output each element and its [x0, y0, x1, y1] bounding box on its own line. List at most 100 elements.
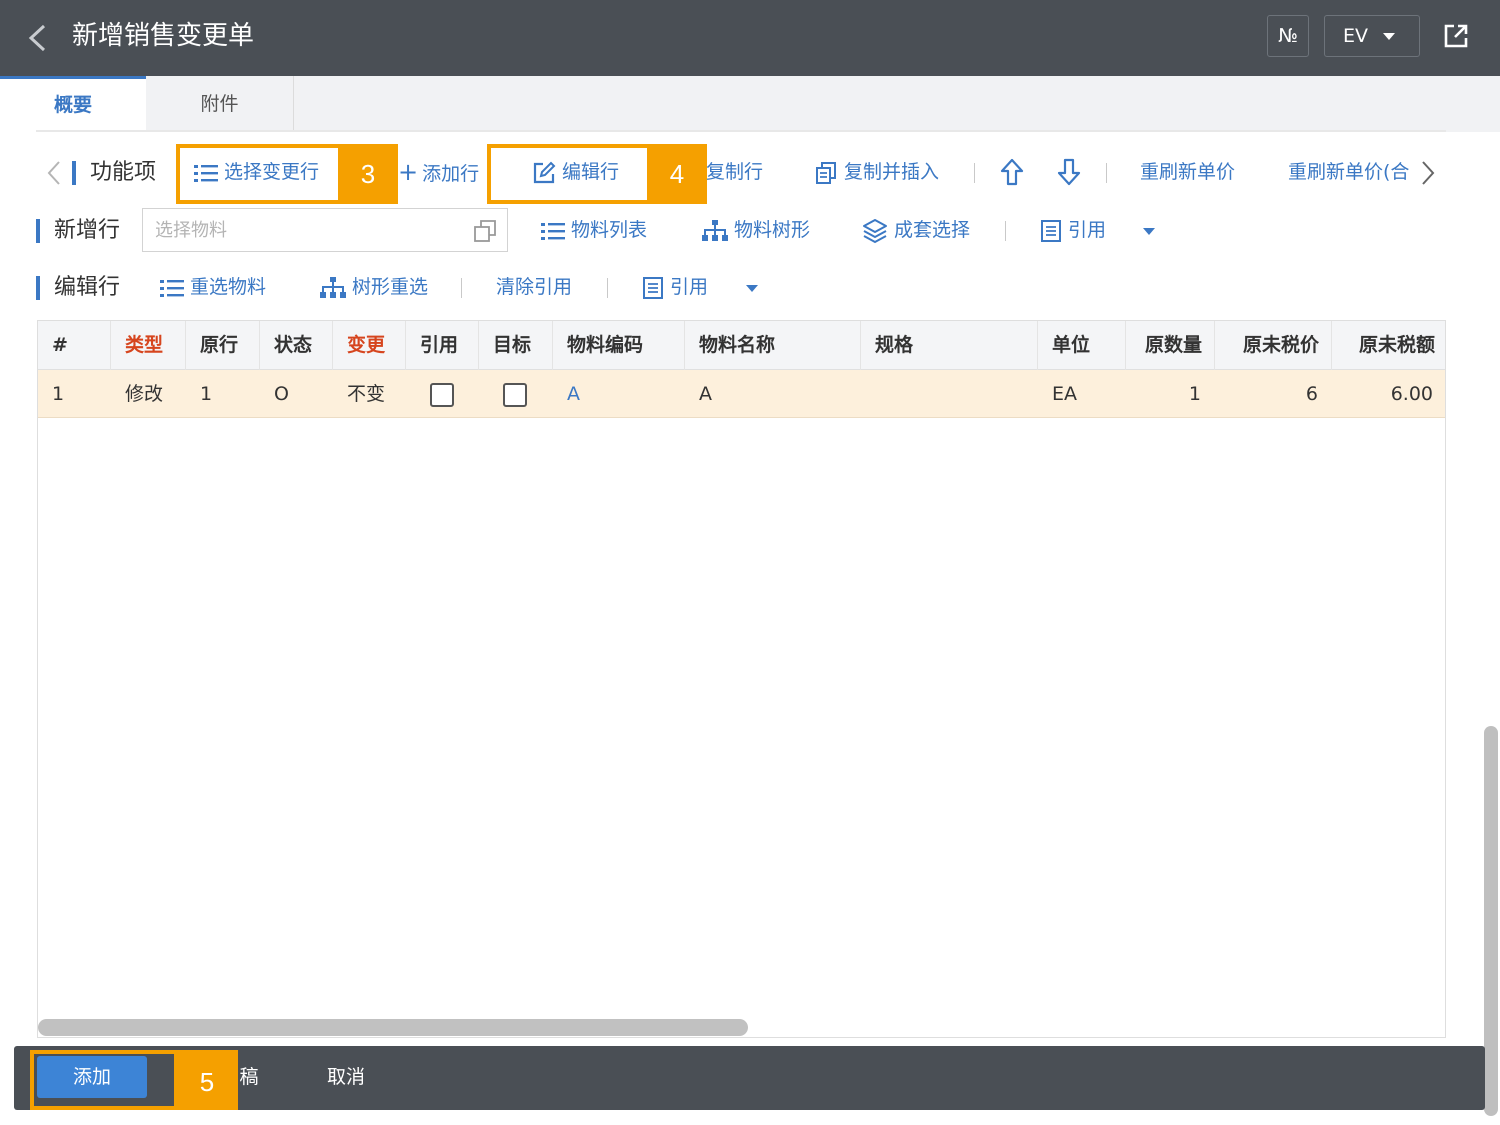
move-down-icon[interactable] — [1057, 158, 1081, 186]
scroll-left-icon[interactable] — [46, 160, 62, 186]
cell-code[interactable]: A — [553, 370, 685, 418]
kit-select-label: 成套选择 — [894, 219, 971, 241]
cell-unit: EA — [1052, 383, 1078, 405]
vertical-scrollbar[interactable] — [1484, 726, 1498, 1116]
table-header: # 类型 原行 状态 变更 引用 目标 物料编码 物料名称 规格 单位 原数量 … — [38, 321, 1445, 370]
tab-bar: 概要 附件 — [0, 76, 1500, 132]
horizontal-scrollbar[interactable] — [38, 1019, 748, 1036]
add-row-button[interactable]: + 添加行 — [398, 154, 479, 190]
material-tree-label: 物料树形 — [734, 219, 811, 241]
cancel-button[interactable]: 取消 — [318, 1056, 374, 1098]
cell-price: 6 — [1305, 383, 1318, 405]
document-icon — [1041, 219, 1061, 242]
column-header-qty[interactable]: 原数量 — [1126, 321, 1215, 370]
material-list-label: 物料列表 — [571, 219, 648, 241]
section-marker — [72, 161, 76, 185]
table-row[interactable]: 1 修改 1 O 不变 A A EA 1 6 6.00 — [38, 370, 1445, 418]
reselect-material-button[interactable]: 重选物料 — [160, 269, 266, 305]
cell-spec — [861, 370, 1038, 418]
app-header: 新增销售变更单 № EV — [0, 0, 1500, 76]
target-checkbox[interactable] — [503, 382, 527, 407]
back-arrow-icon[interactable] — [24, 22, 50, 54]
column-header-index[interactable]: # — [38, 321, 111, 370]
number-button[interactable]: № — [1267, 15, 1309, 57]
ref-checkbox[interactable] — [430, 382, 454, 407]
ev-dropdown[interactable]: EV — [1324, 15, 1420, 57]
material-list-button[interactable]: 物料列表 — [541, 212, 647, 248]
column-header-orig-row[interactable]: 原行 — [186, 321, 260, 370]
caret-down-icon[interactable] — [746, 285, 758, 292]
column-header-code[interactable]: 物料编码 — [553, 321, 685, 370]
edit-row-section-label: 编辑行 — [54, 275, 121, 300]
divider — [1106, 163, 1107, 183]
edit-row-label: 编辑行 — [562, 161, 620, 183]
copy-insert-button[interactable]: 复制并插入 — [814, 154, 939, 190]
share-icon[interactable] — [1442, 22, 1470, 50]
edit-reference-button[interactable]: 引用 — [642, 269, 708, 305]
add-row-label: 添加行 — [422, 163, 480, 185]
section-marker — [36, 219, 40, 243]
column-header-ref[interactable]: 引用 — [406, 321, 479, 370]
edit-row-button[interactable]: 编辑行 — [532, 154, 619, 190]
column-header-spec[interactable]: 规格 — [861, 321, 1038, 370]
copy-insert-label: 复制并插入 — [844, 161, 940, 183]
kit-select-button[interactable]: 成套选择 — [862, 212, 970, 248]
caret-down-icon[interactable] — [1143, 228, 1155, 235]
copy-row-label: 复制行 — [706, 161, 764, 183]
column-header-name[interactable]: 物料名称 — [685, 321, 861, 370]
tab-summary[interactable]: 概要 — [0, 76, 146, 132]
page-title: 新增销售变更单 — [72, 21, 255, 51]
cell-amount: 6.00 — [1390, 383, 1433, 405]
line-items-grid: # 类型 原行 状态 变更 引用 目标 物料编码 物料名称 规格 单位 原数量 … — [37, 320, 1446, 1038]
divider — [36, 130, 1446, 132]
step-badge: 5 — [176, 1050, 238, 1110]
clear-reference-button[interactable]: 清除引用 — [496, 269, 572, 305]
step-badge: 3 — [338, 144, 398, 204]
column-header-price[interactable]: 原未税价 — [1215, 321, 1332, 370]
cell-index: 1 — [52, 383, 65, 405]
refresh-price-tax-button[interactable]: 重刷新单价(合 — [1288, 154, 1409, 190]
tree-reselect-button[interactable]: 树形重选 — [320, 269, 428, 305]
column-header-change[interactable]: 变更 — [333, 321, 406, 370]
column-header-target[interactable]: 目标 — [479, 321, 553, 370]
select-change-rows-button[interactable]: 选择变更行 — [194, 154, 319, 190]
copy-row-button[interactable]: 复制行 — [706, 154, 763, 190]
column-header-amount[interactable]: 原未税额 — [1332, 321, 1445, 370]
material-tree-button[interactable]: 物料树形 — [702, 212, 810, 248]
cell-status: O — [274, 383, 289, 405]
move-up-icon[interactable] — [1000, 158, 1024, 186]
material-search-input[interactable] — [143, 209, 463, 251]
cell-name: A — [699, 383, 712, 405]
caret-down-icon — [1383, 33, 1395, 40]
copy-icon — [816, 161, 836, 184]
divider — [461, 278, 462, 298]
tree-icon — [320, 276, 346, 298]
cell-change[interactable]: 不变 — [333, 370, 406, 418]
reference-button[interactable]: 引用 — [1040, 212, 1106, 248]
add-button[interactable]: 添加 — [37, 1056, 147, 1098]
select-change-rows-label: 选择变更行 — [224, 161, 320, 183]
cell-target — [489, 370, 553, 418]
tree-icon — [702, 219, 728, 241]
new-row-label: 新增行 — [54, 218, 121, 243]
popup-select-icon[interactable] — [473, 219, 497, 243]
list-icon — [160, 279, 184, 297]
save-draft-button[interactable]: 稿 — [234, 1056, 264, 1098]
divider — [974, 163, 975, 183]
column-header-unit[interactable]: 单位 — [1038, 321, 1126, 370]
divider — [1005, 221, 1006, 241]
tab-attachments[interactable]: 附件 — [146, 76, 294, 132]
material-search[interactable] — [142, 208, 508, 252]
list-icon — [194, 164, 218, 182]
scroll-right-icon[interactable] — [1420, 160, 1436, 186]
reselect-material-label: 重选物料 — [190, 276, 267, 298]
section-marker — [36, 276, 40, 300]
plus-icon: + — [398, 158, 419, 186]
cell-orig-row: 1 — [200, 383, 213, 405]
cell-type: 修改 — [125, 383, 164, 405]
edit-icon — [533, 161, 556, 183]
refresh-price-button[interactable]: 重刷新单价 — [1140, 154, 1235, 190]
column-header-status[interactable]: 状态 — [260, 321, 333, 370]
column-header-type[interactable]: 类型 — [111, 321, 186, 370]
ev-label: EV — [1343, 25, 1369, 47]
